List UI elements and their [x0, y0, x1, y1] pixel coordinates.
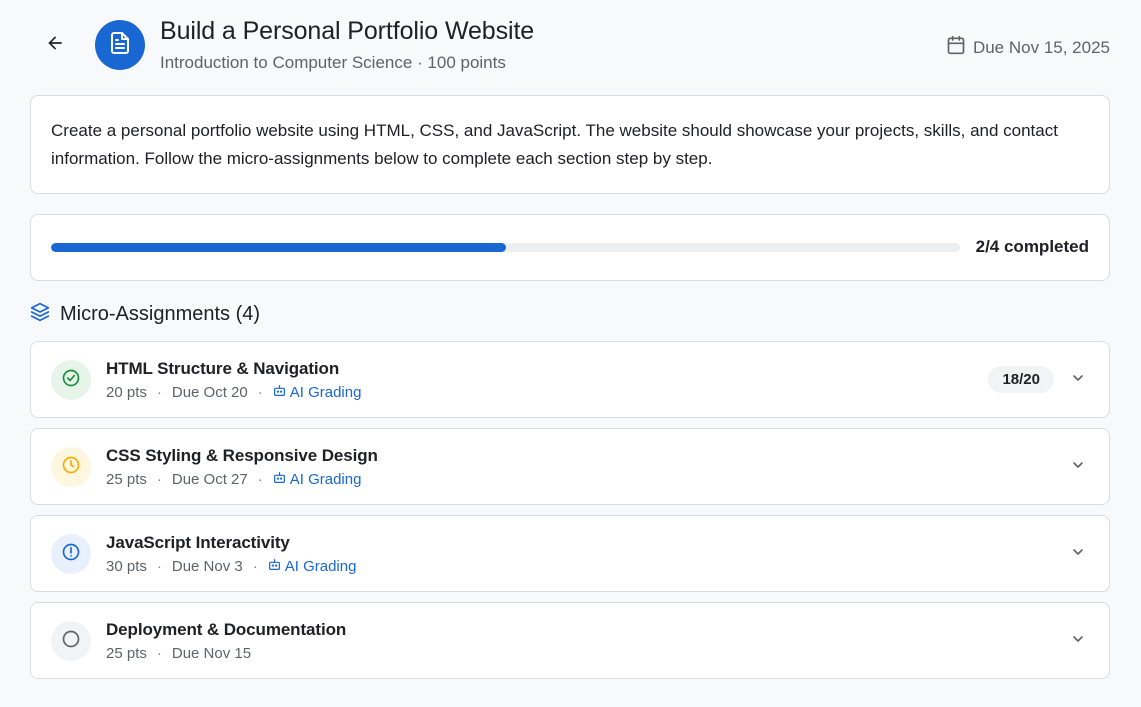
ai-grading-tag: AI Grading — [268, 558, 357, 575]
expand-button[interactable] — [1067, 543, 1089, 565]
robot-icon — [268, 558, 281, 575]
back-button[interactable] — [37, 27, 73, 63]
check-circle-icon — [61, 368, 81, 393]
progress-bar-fill — [51, 243, 506, 252]
clock-icon — [61, 455, 81, 480]
description-card: Create a personal portfolio website usin… — [30, 95, 1110, 194]
ai-grading-label: AI Grading — [289, 471, 362, 488]
ai-grading-label: AI Grading — [284, 558, 357, 575]
assignment-title: HTML Structure & Navigation — [106, 359, 340, 378]
assignment-due: Due Oct 27 — [171, 471, 248, 488]
status-indicator — [51, 534, 91, 574]
assignment-due: Due Nov 3 — [171, 558, 243, 575]
ai-grading-tag: AI Grading — [273, 471, 362, 488]
progress-bar — [51, 243, 960, 252]
alert-circle-icon — [61, 542, 81, 567]
document-icon — [108, 31, 132, 60]
section-title: Micro-Assignments (4) — [60, 303, 261, 325]
assignment-meta: 25 pts · Due Nov 15 — [106, 645, 252, 662]
page-header: Build a Personal Portfolio Website Intro… — [0, 0, 1141, 90]
micro-assignment-card[interactable]: HTML Structure & Navigation 20 pts · Due… — [30, 341, 1110, 418]
ai-grading-tag: AI Grading — [273, 384, 362, 401]
ai-grading-label: AI Grading — [289, 384, 362, 401]
micro-assignment-card[interactable]: CSS Styling & Responsive Design 25 pts ·… — [30, 428, 1110, 505]
micro-assignment-card[interactable]: JavaScript Interactivity 30 pts · Due No… — [30, 515, 1110, 592]
assignment-title: JavaScript Interactivity — [106, 533, 290, 552]
expand-button[interactable] — [1067, 630, 1089, 652]
page-title: Build a Personal Portfolio Website — [160, 17, 535, 45]
description-text: Create a personal portfolio website usin… — [51, 121, 1058, 168]
status-indicator — [51, 360, 91, 400]
section-header: Micro-Assignments (4) — [30, 302, 260, 327]
layers-icon — [30, 302, 50, 327]
assignment-points: 25 pts — [106, 645, 147, 662]
assignment-points: 20 pts — [106, 384, 147, 401]
empty-circle-icon — [61, 629, 81, 654]
chevron-down-icon — [1070, 370, 1086, 391]
micro-assignment-card[interactable]: Deployment & Documentation 25 pts · Due … — [30, 602, 1110, 679]
robot-icon — [273, 471, 286, 488]
progress-card: 2/4 completed — [30, 214, 1110, 281]
assignment-meta: 30 pts · Due Nov 3 · AI Grading — [106, 558, 357, 575]
due-date: Due Nov 15, 2025 — [946, 35, 1110, 60]
assignment-meta: 25 pts · Due Oct 27 · AI Grading — [106, 471, 362, 488]
chevron-down-icon — [1070, 457, 1086, 478]
due-date-label: Due Nov 15, 2025 — [972, 37, 1110, 57]
assignment-due: Due Oct 20 — [171, 384, 248, 401]
status-indicator — [51, 447, 91, 487]
assignment-due: Due Nov 15 — [171, 645, 252, 662]
expand-button[interactable] — [1067, 369, 1089, 391]
assignment-title: Deployment & Documentation — [106, 620, 347, 639]
chevron-down-icon — [1070, 631, 1086, 652]
assignment-title: CSS Styling & Responsive Design — [106, 446, 378, 465]
expand-button[interactable] — [1067, 456, 1089, 478]
robot-icon — [273, 384, 286, 401]
status-indicator — [51, 621, 91, 661]
assignment-points: 30 pts — [106, 558, 147, 575]
progress-label: 2/4 completed — [975, 237, 1089, 256]
calendar-icon — [946, 35, 966, 60]
assignment-meta: 20 pts · Due Oct 20 · AI Grading — [106, 384, 362, 401]
chevron-down-icon — [1070, 544, 1086, 565]
assignment-points: 25 pts — [106, 471, 147, 488]
score-badge: 18/20 — [988, 366, 1054, 393]
arrow-left-icon — [45, 33, 65, 58]
assignment-avatar — [95, 20, 145, 70]
page-subtitle: Introduction to Computer Science · 100 p… — [160, 53, 506, 72]
